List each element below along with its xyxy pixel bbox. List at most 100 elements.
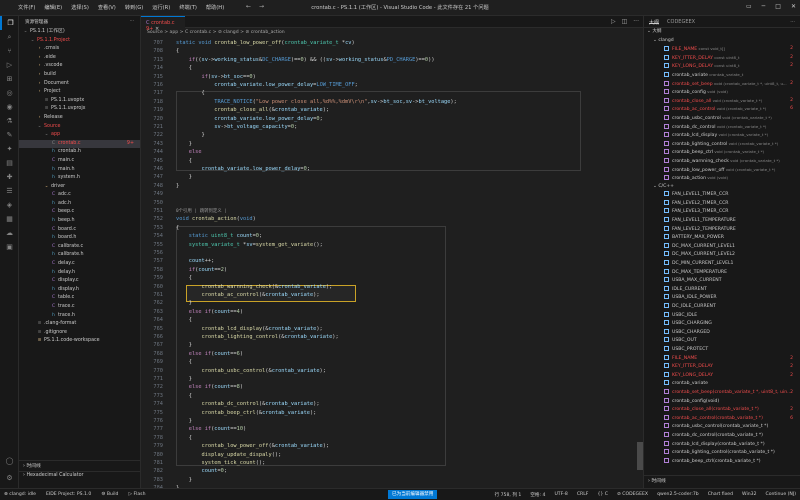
run-debug-icon[interactable]: ▷ xyxy=(0,58,19,72)
tree-item[interactable]: h adc.h xyxy=(19,200,140,209)
ai-icon[interactable]: ✦ xyxy=(0,142,19,156)
outline-item[interactable]: USBA_IDLE_POWER xyxy=(644,294,800,303)
search-icon[interactable]: ⌕ xyxy=(0,30,19,44)
tree-item[interactable]: › .cmsis xyxy=(19,45,140,54)
status-item[interactable]: ▷ Flash xyxy=(128,492,145,497)
layout-icon[interactable]: ▭ xyxy=(746,3,752,10)
outline-item[interactable]: USBC_PROTECT xyxy=(644,345,800,355)
tree-item[interactable]: h crontab.h xyxy=(19,148,140,157)
tab-outline[interactable]: 大纲 xyxy=(649,19,660,26)
code-line[interactable]: else xyxy=(176,149,202,155)
remote-icon[interactable]: ◎ xyxy=(0,86,19,100)
outline-item[interactable]: crontab_set_beep(crontab_variate_t *, ui… xyxy=(644,388,800,398)
outline-item[interactable]: crontab_low_power_off void (crontab_vari… xyxy=(644,166,800,175)
outline-item[interactable]: crontab_set_beep void (crontab_variate_t… xyxy=(644,80,800,89)
outline-item[interactable]: crontab_lcd_display(crontab_variate_t *) xyxy=(644,440,800,450)
outline-item[interactable]: crontab_usbc_control void (crontab_varia… xyxy=(644,114,800,123)
run-icon[interactable]: ▷ xyxy=(611,18,616,25)
code-line[interactable]: crontab_usbc_control(&crontab_variate); xyxy=(176,368,326,374)
tree-item[interactable]: Cmain.c xyxy=(19,157,140,166)
code-line[interactable]: { xyxy=(176,225,179,231)
code-line[interactable]: display_update_dispaly(); xyxy=(176,452,282,458)
tree-item[interactable]: ⌄ PS.1.1 (工作区) xyxy=(19,28,140,37)
outline-item[interactable]: FAN_LEVEL2_TIMER_CCR xyxy=(644,199,800,209)
tree-item[interactable]: h trace.h xyxy=(19,312,140,321)
outline-item[interactable]: BATTERY_MAX_POWER xyxy=(644,234,800,243)
code-line[interactable]: { xyxy=(176,317,192,323)
code-line[interactable]: } xyxy=(176,141,192,147)
testing-icon[interactable]: ⚗ xyxy=(0,114,19,128)
outline-item[interactable]: crontab_beep_ctrl(crontab_variate_t *) xyxy=(644,457,800,467)
explorer-icon[interactable]: ❐ xyxy=(0,16,19,30)
code-line[interactable]: crontab_beep_ctrl(&crontab_variate); xyxy=(176,410,317,416)
code-line[interactable]: else if(count==6) xyxy=(176,351,243,357)
eide-icon[interactable]: ◉ xyxy=(0,100,19,114)
code-line[interactable]: { xyxy=(176,275,192,281)
account-icon[interactable]: ◯ xyxy=(0,454,19,468)
code-line[interactable]: void crontab_action(void) xyxy=(176,216,256,222)
tree-item[interactable]: h calibrate.h xyxy=(19,251,140,260)
code-line[interactable]: crontab_warnning_check(&crontab_variate)… xyxy=(176,284,333,290)
tree-item[interactable]: Cdisplay.c xyxy=(19,277,140,286)
code-line[interactable]: } xyxy=(176,376,192,382)
extensions-icon[interactable]: ⊞ xyxy=(0,72,19,86)
code-line[interactable]: crontab_lighting_control(&crontab_variat… xyxy=(176,334,339,340)
close-icon[interactable]: ✕ xyxy=(791,3,796,10)
menu-item[interactable]: 运行(R) xyxy=(152,4,170,11)
terminal-icon[interactable]: ▣ xyxy=(0,240,19,254)
tree-item[interactable]: Ctable.c xyxy=(19,294,140,303)
outline-item[interactable]: crontab_beep_ctrl void (crontab_variate_… xyxy=(644,148,800,157)
outline-item[interactable]: DC_MAX_CURRENT_LEVEL2 xyxy=(644,251,800,260)
outline-item[interactable]: crontab_config(void) xyxy=(644,397,800,407)
outline-item[interactable]: DC_MIN_CURRENT_LEVEL1 xyxy=(644,260,800,269)
code-line[interactable]: } xyxy=(176,174,192,180)
puzzle-icon[interactable]: ✚ xyxy=(0,170,19,184)
code-line[interactable]: else if(count==4) xyxy=(176,309,243,315)
outline-item[interactable]: USBC_CHARGING xyxy=(644,320,800,329)
breadcrumb[interactable]: Source > app > C crontab.c > ⊘ clangd > … xyxy=(141,28,643,38)
tree-item[interactable]: › .vscode xyxy=(19,62,140,71)
status-item[interactable]: UTF-8 xyxy=(554,492,567,498)
tree-item[interactable]: ≡ PS.1.1.code-workspace xyxy=(19,337,140,346)
menu-item[interactable]: 帮助(H) xyxy=(206,4,224,11)
tab-crontab-c[interactable]: C crontab.c 9+ × xyxy=(141,16,185,32)
menu-item[interactable]: 文件(F) xyxy=(18,4,35,11)
status-item[interactable]: Win32 xyxy=(742,492,756,498)
outline-item[interactable]: FILE_NAME const void_t[] 2 xyxy=(644,45,800,54)
menu-item[interactable]: 编辑(E) xyxy=(44,4,62,11)
hex-calculator-section[interactable]: › Hexadecimal Calculator xyxy=(19,471,141,480)
outline-group[interactable]: ⌄ C/C++ xyxy=(644,183,800,192)
code-line[interactable]: crontab_variate.low_power_delay=0; xyxy=(176,116,323,122)
tree-item[interactable]: ≡ PS.1.1.uvoptx xyxy=(19,97,140,106)
status-item[interactable]: 行 758, 列 1 xyxy=(495,492,522,498)
code-line[interactable]: if(sv->bt_soc==0) xyxy=(176,74,256,80)
code-line[interactable]: crontab_ac_control(&crontab_variate); xyxy=(176,292,320,298)
tree-item[interactable]: h delay.h xyxy=(19,269,140,278)
outline-item[interactable]: crontab_dc_control void (crontab_variate… xyxy=(644,123,800,132)
outline-group[interactable]: ⌄ 大纲 xyxy=(644,28,800,37)
outline-item[interactable]: DC_IDLE_CURRENT xyxy=(644,303,800,312)
code-line[interactable]: { xyxy=(176,359,192,365)
code-line[interactable]: static uint8_t count=0; xyxy=(176,233,262,239)
tree-item[interactable]: › Document xyxy=(19,80,140,89)
outline-group[interactable]: ⌄ clangd xyxy=(644,37,800,46)
outline-item[interactable]: FAN_LEVEL1_TEMPERATURE xyxy=(644,217,800,226)
tree-item[interactable]: › Project xyxy=(19,88,140,97)
database-icon[interactable]: ☰ xyxy=(0,184,19,198)
more-icon[interactable]: ··· xyxy=(633,18,639,25)
code-line[interactable]: { xyxy=(176,48,179,54)
outline-item[interactable]: USBC_IDLE xyxy=(644,311,800,321)
code-line[interactable]: crontab_dc_control(&crontab_variate); xyxy=(176,401,320,407)
timeline-footer[interactable]: › 时间线 xyxy=(644,475,800,484)
docker-icon[interactable]: ▤ xyxy=(0,156,19,170)
cloud-icon[interactable]: ☁ xyxy=(0,226,19,240)
status-item[interactable]: 空格: 4 xyxy=(530,492,545,498)
code-line[interactable]: } xyxy=(176,477,192,483)
code-line[interactable]: crontab_close_all(&crontab_variate); xyxy=(176,107,329,113)
outline-item[interactable]: crontab_lighting_control(crontab_variate… xyxy=(644,449,800,458)
code-line[interactable]: TRACE_NOTICE("Low power close all,%d%%,%… xyxy=(176,99,457,105)
more-actions-icon[interactable]: ··· xyxy=(130,19,134,24)
outline-item[interactable]: crontab_ac_control void (crontab_variate… xyxy=(644,105,800,114)
status-item[interactable]: ⊗ clangd: idle xyxy=(4,492,36,497)
outline-item[interactable]: FAN_LEVEL1_TIMER_CCR xyxy=(644,191,800,200)
